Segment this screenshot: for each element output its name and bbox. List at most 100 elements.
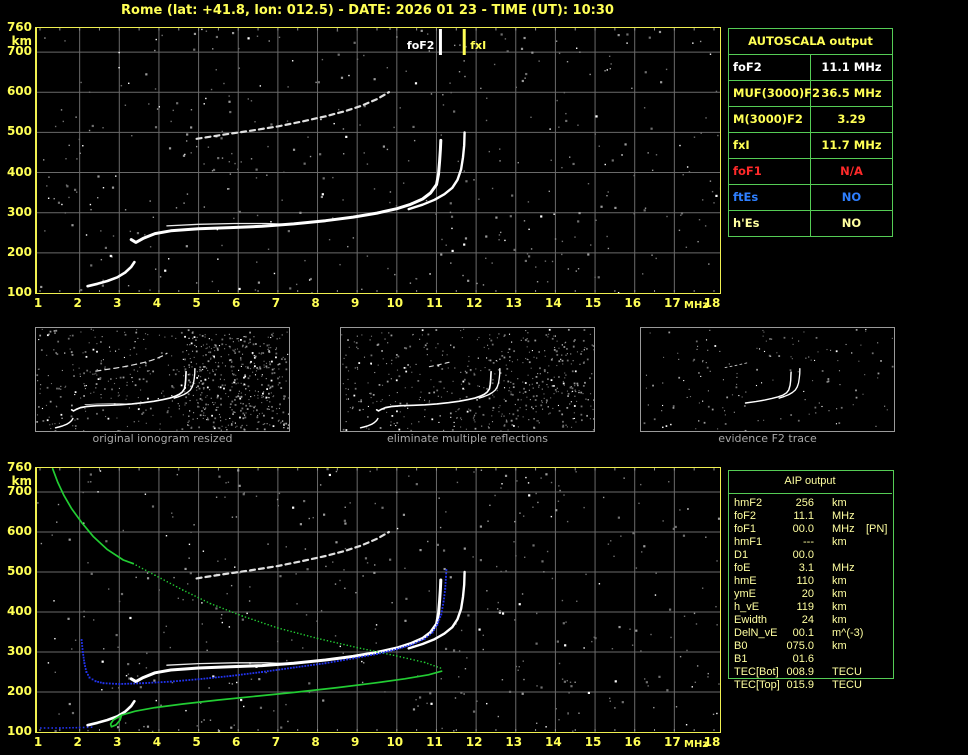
x-axis-tick-label: 7 [271,296,281,310]
x-axis-tick-label: 7 [271,735,281,749]
row-value: 00.1 [792,627,814,639]
row-label: fxI [729,133,811,158]
y-axis-tick-label: 200 [6,684,32,698]
autoscala-table-header: AUTOSCALA output [729,29,892,55]
y-axis-tick-label: 300 [6,204,32,219]
aip-output-table: AIP output hmF2 256 km foF2 11.1 MHz foF1 00.… [728,470,892,692]
table-row-m3000f2: M(3000)F2 3.29 [729,107,892,133]
table-row-ftes: ftEs NO [729,185,892,211]
aip-table-header: AIP output [728,470,892,494]
row-value: 008.9 [786,666,814,678]
frequency-marker-label: foF2 [407,39,435,52]
row-label: hmE [734,575,757,587]
row-value: 3.1 [798,562,814,574]
autoscala-window: Rome (lat: +41.8, lon: 012.5) - DATE: 20… [0,0,968,755]
row-value: 00.0 [792,523,814,535]
x-axis-tick-label: 3 [113,296,122,310]
row-value: 11.1 [793,510,814,522]
x-axis-tick-label: 13 [505,296,523,310]
y-axis-tick-label: 300 [6,644,32,658]
row-label: B1 [734,653,748,665]
x-axis-tick-label: 17 [663,735,681,749]
x-axis-tick-label: 4 [152,735,162,749]
thumbnail-canvas [643,328,894,431]
x-axis-tick-label: 17 [663,296,681,310]
row-note: [PN] [866,523,888,535]
row-label: foF2 [729,55,811,80]
aip-row-tectop: TEC[Top] 015.9 TECU [728,679,892,692]
table-row-hes: h'Es NO [729,211,892,236]
x-axis-tick-label: 5 [192,735,201,749]
x-axis-tick-label: 10 [386,296,404,310]
profile-plot [35,467,721,733]
x-axis-tick-label: 12 [465,735,483,749]
y-axis-tick-label: 400 [6,604,32,618]
x-axis-tick-label: 1 [33,296,43,310]
row-value: 20 [801,588,814,600]
row-value: NO [841,216,862,230]
y-axis-tick-label: 400 [6,164,32,179]
x-axis-tick-label: 9 [350,296,360,310]
row-label: B0 [734,640,748,652]
row-label: D1 [734,549,749,561]
aip-row-fof1: foF1 00.0 MHz [PN] [728,523,892,536]
row-value: --- [803,536,814,548]
row-label: foF1 [729,159,811,184]
thumbnail-canvas [341,328,594,431]
aip-row-hmf2: hmF2 256 km [728,497,892,510]
frequency-marker-label: fxI [470,39,486,52]
x-axis-tick-label: 15 [584,296,602,310]
row-value: 24 [801,614,814,626]
row-label: hmF2 [734,497,763,509]
aip-row-fof2: foF2 11.1 MHz [728,510,892,523]
table-row-muf3000f2: MUF(3000)F2 36.5 MHz [729,81,892,107]
profile-plot-canvas [37,468,720,732]
row-value: 075.0 [786,640,814,652]
thumbnail-canvas [36,328,289,431]
x-axis-tick-label: 16 [624,296,642,310]
row-unit: km [832,588,847,600]
aip-row-d1: D1 00.0 [728,549,892,562]
row-unit: m^(-3) [832,627,864,639]
aip-row-hme: hmE 110 km [728,575,892,588]
thumbnail-caption: original ionogram resized [92,432,233,445]
autoscala-output-table: AUTOSCALA output foF2 11.1 MHz MUF(3000)… [728,28,893,237]
row-label: foF1 [734,523,757,535]
y-axis-unit-label: km [11,474,32,488]
row-unit: km [832,640,847,652]
thumbnail-evidence-f2-trace [640,327,895,432]
thumbnail-original-ionogram [35,327,290,432]
thumbnail-multiple-reflections-removed [340,327,595,432]
aip-row-ewidth: Ewidth 24 km [728,614,892,627]
station-date-title: Rome (lat: +41.8, lon: 012.5) - DATE: 20… [121,3,614,18]
row-value: N/A [840,164,863,178]
thumbnail-caption: evidence F2 trace [718,432,817,445]
x-axis-tick-label: 3 [113,735,122,749]
row-unit: TECU [832,666,862,678]
x-axis-tick-label: 13 [505,735,523,749]
aip-row-foe: foE 3.1 MHz [728,562,892,575]
row-unit: km [832,497,847,509]
aip-row-tecbot: TEC[Bot] 008.9 TECU [728,666,892,679]
row-label: Ewidth [734,614,768,626]
row-label: ftEs [729,185,811,210]
row-value: 36.5 MHz [821,86,882,100]
x-axis-tick-label: 15 [584,735,602,749]
y-axis-tick-label: 760 [6,460,32,474]
row-label: h_vE [734,601,760,613]
row-value: 00.0 [792,549,814,561]
row-label: ymE [734,588,756,600]
aip-row-yme: ymE 20 km [728,588,892,601]
aip-table-rows: hmF2 256 km foF2 11.1 MHz foF1 00.0 MHz [PN] hm… [728,494,892,692]
x-axis-tick-label: 8 [311,735,320,749]
row-label: MUF(3000)F2 [729,81,820,106]
aip-row-b0: B0 075.0 km [728,640,892,653]
row-unit: km [832,614,847,626]
y-axis-tick-label: 760 [6,20,32,34]
x-axis-tick-label: 6 [232,296,241,310]
x-axis-tick-label: 2 [73,735,82,749]
row-value: NO [841,190,862,204]
x-axis-tick-label: 4 [152,296,162,310]
x-axis-tick-label: 8 [311,296,320,310]
row-value: 11.7 MHz [821,138,882,152]
